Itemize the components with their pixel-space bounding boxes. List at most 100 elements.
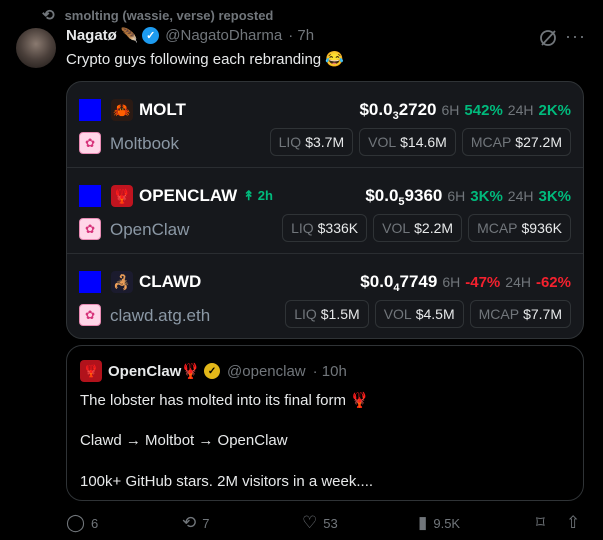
vol-label: VOL bbox=[382, 220, 411, 236]
quote-author-name[interactable]: OpenClaw🦞 bbox=[108, 362, 200, 380]
vol-label: VOL bbox=[383, 306, 412, 322]
h24-label: 24H bbox=[507, 102, 534, 118]
quote-line-3: 100k+ GitHub stars. 2M visitors in a wee… bbox=[80, 473, 374, 490]
author-name[interactable]: Nagatø bbox=[66, 27, 117, 44]
views-count: 9.5K bbox=[433, 515, 461, 531]
h6-change: -47% bbox=[465, 274, 501, 291]
quote-header: 🦞 OpenClaw🦞 ✓ @openclaw · 10h bbox=[80, 360, 347, 382]
mcap-pill: MCAP $27.2M bbox=[461, 128, 571, 156]
mcap-value: $936K bbox=[521, 220, 562, 236]
price-prefix: $0.0 bbox=[360, 272, 394, 291]
vol-pill: VOL $2.2M bbox=[373, 214, 463, 242]
reply-button[interactable]: ◯ 6 bbox=[66, 513, 98, 533]
token-ticker[interactable]: OPENCLAW ↟ 2h bbox=[139, 186, 273, 206]
vol-value: $2.2M bbox=[414, 220, 454, 236]
chain-icon bbox=[79, 185, 101, 207]
author-avatar[interactable] bbox=[16, 28, 56, 68]
token-row[interactable]: 🦂 CLAWD ✿ clawd.atg.eth $0.047749 6H -47… bbox=[67, 254, 583, 338]
heart-icon: ♡ bbox=[302, 513, 318, 532]
quoted-tweet[interactable]: 🦞 OpenClaw🦞 ✓ @openclaw · 10h The lobste… bbox=[66, 345, 584, 501]
mcap-pill: MCAP $7.7M bbox=[469, 300, 571, 328]
token-price: $0.032720 bbox=[359, 100, 436, 122]
h6-label: 6H bbox=[442, 274, 461, 290]
more-options-icon[interactable]: ··· bbox=[565, 26, 586, 47]
h6-change: 542% bbox=[464, 102, 503, 119]
grok-icon[interactable] bbox=[538, 28, 558, 48]
ticker-label: OPENCLAW bbox=[139, 186, 238, 205]
token-card[interactable]: 🦀 MOLT ✿ Moltbook $0.032720 6H 542% 24H … bbox=[66, 81, 584, 339]
repost-button[interactable]: ⟲ 7 bbox=[182, 513, 209, 533]
author-handle[interactable]: @NagatoDharma bbox=[165, 27, 282, 44]
token-age-value: 2h bbox=[257, 188, 273, 203]
repost-label: smolting (wassie, verse) reposted bbox=[64, 7, 274, 23]
price-digits: 2720 bbox=[398, 100, 437, 119]
gold-verified-icon: ✓ bbox=[204, 363, 221, 379]
like-button[interactable]: ♡ 53 bbox=[302, 513, 338, 533]
quote-line-1: The lobster has molted into its final fo… bbox=[80, 392, 369, 409]
repost-count: 7 bbox=[202, 515, 210, 531]
price-line: $0.032720 6H 542% 24H 2K% bbox=[359, 100, 571, 122]
repost-icon: ⟲ bbox=[182, 513, 197, 532]
tweet-time[interactable]: · 7h bbox=[288, 27, 314, 44]
ticker-label: MOLT bbox=[139, 100, 186, 119]
token-name: OpenClaw bbox=[110, 220, 190, 239]
token-ticker[interactable]: MOLT bbox=[139, 100, 186, 120]
views-button[interactable]: ▮ 9.5K bbox=[418, 513, 460, 533]
repost-indicator[interactable]: ⟲ smolting (wassie, verse) reposted bbox=[42, 6, 273, 24]
tweet-header: Nagatø 🪶 ✓ @NagatoDharma · 7h bbox=[66, 27, 314, 44]
h24-change: -62% bbox=[535, 274, 571, 291]
quote-handle[interactable]: @openclaw bbox=[227, 363, 306, 380]
quote-time[interactable]: · 10h bbox=[313, 363, 347, 380]
vol-value: $14.6M bbox=[400, 134, 447, 150]
verified-badge-icon: ✓ bbox=[142, 27, 160, 44]
liq-label: LIQ bbox=[278, 134, 302, 150]
stat-pills: LIQ $3.7M VOL $14.6M MCAP $27.2M bbox=[269, 128, 571, 156]
price-prefix: $0.0 bbox=[359, 100, 393, 119]
vol-pill: VOL $14.6M bbox=[359, 128, 456, 156]
mcap-value: $27.2M bbox=[515, 134, 562, 150]
token-row[interactable]: 🦀 MOLT ✿ Moltbook $0.032720 6H 542% 24H … bbox=[67, 82, 583, 168]
liq-label: LIQ bbox=[294, 306, 317, 322]
chain-icon bbox=[79, 271, 101, 293]
h6-label: 6H bbox=[447, 188, 466, 204]
token-age: ↟ 2h bbox=[243, 188, 273, 203]
liq-value: $3.7M bbox=[305, 134, 345, 150]
liq-pill: LIQ $3.7M bbox=[269, 128, 354, 156]
token-logo-icon: 🦞 bbox=[111, 185, 133, 207]
pumpfun-icon: ✿ bbox=[79, 132, 101, 154]
bookmark-button[interactable]: ⌑ bbox=[536, 513, 545, 533]
vol-value: $4.5M bbox=[415, 306, 455, 322]
chain-icon bbox=[79, 99, 101, 121]
quote-avatar[interactable]: 🦞 bbox=[80, 360, 102, 382]
token-logo-icon: 🦀 bbox=[111, 99, 133, 121]
pumpfun-icon: ✿ bbox=[79, 218, 101, 240]
mcap-value: $7.7M bbox=[523, 306, 562, 322]
quote-line-2: Clawd → Moltbot → OpenClaw bbox=[80, 432, 288, 449]
token-row[interactable]: 🦞 OPENCLAW ↟ 2h ✿ OpenClaw $0.059360 6H … bbox=[67, 168, 583, 254]
h24-change: 3K% bbox=[538, 188, 571, 205]
stat-pills: LIQ $1.5M VOL $4.5M MCAP $7.7M bbox=[285, 300, 571, 328]
liq-value: $336K bbox=[317, 220, 359, 236]
price-digits: 7749 bbox=[399, 272, 438, 291]
price-line: $0.047749 6H -47% 24H -62% bbox=[360, 272, 571, 294]
ticker-label: CLAWD bbox=[139, 272, 202, 291]
price-line: $0.059360 6H 3K% 24H 3K% bbox=[365, 186, 571, 208]
liq-label: LIQ bbox=[291, 220, 314, 236]
token-price: $0.059360 bbox=[365, 186, 442, 208]
share-button[interactable]: ⇧ bbox=[566, 513, 580, 533]
mcap-label: MCAP bbox=[478, 306, 520, 322]
pumpfun-icon: ✿ bbox=[79, 304, 101, 326]
price-prefix: $0.0 bbox=[365, 186, 399, 205]
vol-label: VOL bbox=[368, 134, 397, 150]
h6-label: 6H bbox=[441, 102, 460, 118]
reply-icon: ◯ bbox=[66, 513, 86, 532]
bookmark-icon: ⌑ bbox=[536, 513, 545, 532]
share-icon: ⇧ bbox=[566, 513, 581, 532]
token-ticker[interactable]: CLAWD bbox=[139, 272, 201, 292]
token-price: $0.047749 bbox=[360, 272, 437, 294]
repost-icon: ⟲ bbox=[42, 7, 55, 24]
views-icon: ▮ bbox=[418, 513, 428, 532]
mcap-label: MCAP bbox=[470, 134, 512, 150]
like-count: 53 bbox=[323, 515, 338, 531]
tweet-text: Crypto guys following each rebranding 😂 bbox=[66, 51, 344, 68]
